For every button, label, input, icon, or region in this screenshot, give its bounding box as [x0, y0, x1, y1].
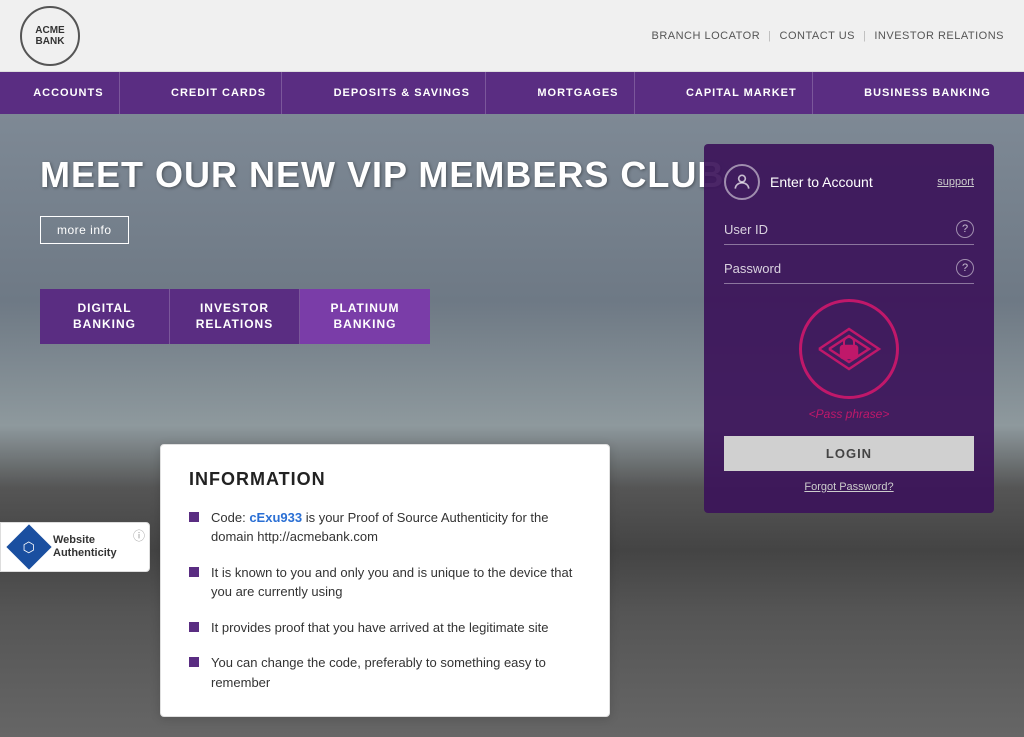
support-link[interactable]: support [937, 176, 974, 188]
info-list: Code: cExu933 is your Proof of Source Au… [189, 508, 581, 693]
top-links: BRANCH LOCATOR | CONTACT US | INVESTOR R… [651, 30, 1004, 42]
info-popup: INFORMATION Code: cExu933 is your Proof … [160, 444, 610, 718]
auth-info-icon[interactable]: ⓘ [133, 527, 145, 544]
user-icon [724, 164, 760, 200]
info-text-3: You can change the code, preferably to s… [211, 653, 581, 692]
tab-digital-banking[interactable]: DIGITALBANKING [40, 289, 170, 344]
nav-mortgages[interactable]: MORTGAGES [522, 72, 634, 114]
login-panel: Enter to Account support User ID ? Passw… [704, 144, 994, 513]
auth-diamond-icon: ⬡ [6, 524, 51, 569]
code-highlight: cExu933 [249, 510, 302, 525]
bullet-2 [189, 622, 199, 632]
hero-section: MEET OUR NEW VIP MEMBERS CLUB more info … [0, 114, 1024, 737]
authenticity-widget[interactable]: ⬡ WebsiteAuthenticity ⓘ [0, 522, 150, 572]
bullet-3 [189, 657, 199, 667]
userid-field: User ID ? [724, 220, 974, 245]
lock-circle [799, 299, 899, 399]
auth-shield-icon: ⬡ [23, 538, 35, 555]
nav-bar: ACCOUNTS CREDIT CARDS DEPOSITS & SAVINGS… [0, 72, 1024, 114]
info-popup-title: INFORMATION [189, 469, 581, 490]
contact-us-link[interactable]: CONTACT US [780, 30, 856, 42]
info-item-3: You can change the code, preferably to s… [189, 653, 581, 692]
info-text-2: It provides proof that you have arrived … [211, 618, 548, 638]
userid-help-icon[interactable]: ? [956, 220, 974, 238]
forgot-password-link[interactable]: Forgot Password? [724, 481, 974, 493]
userid-label: User ID [724, 222, 768, 237]
nav-capital-market[interactable]: CAPITAL MARKET [671, 72, 813, 114]
tab-investor-relations[interactable]: INVESTORRELATIONS [170, 289, 300, 344]
info-item-1: It is known to you and only you and is u… [189, 563, 581, 602]
separator-2: | [863, 30, 866, 42]
logo-line2: BANK [36, 36, 65, 47]
login-header-left: Enter to Account [724, 164, 873, 200]
logo[interactable]: ACME BANK [20, 6, 80, 66]
passphrase-area: <Pass phrase> [724, 299, 974, 421]
tab-platinum-banking[interactable]: PLATINUMBANKING [300, 289, 430, 344]
enter-account-label: Enter to Account [770, 174, 873, 190]
more-info-button[interactable]: more info [40, 216, 129, 244]
nav-accounts[interactable]: ACCOUNTS [18, 72, 119, 114]
login-header: Enter to Account support [724, 164, 974, 200]
password-help-icon[interactable]: ? [956, 259, 974, 277]
info-item-2: It provides proof that you have arrived … [189, 618, 581, 638]
bullet-1 [189, 567, 199, 577]
investor-relations-link[interactable]: INVESTOR RELATIONS [874, 30, 1004, 42]
login-button[interactable]: LOGIN [724, 436, 974, 471]
auth-label: WebsiteAuthenticity [53, 534, 117, 560]
password-field: Password ? [724, 259, 974, 284]
separator-1: | [768, 30, 771, 42]
nav-credit-cards[interactable]: CREDIT CARDS [156, 72, 282, 114]
nav-deposits[interactable]: DEPOSITS & SAVINGS [319, 72, 486, 114]
info-text-0: Code: cExu933 is your Proof of Source Au… [211, 508, 581, 547]
bullet-0 [189, 512, 199, 522]
branch-locator-link[interactable]: BRANCH LOCATOR [651, 30, 760, 42]
logo-line1: ACME [35, 25, 64, 36]
passphrase-text: <Pass phrase> [809, 407, 890, 421]
password-label: Password [724, 261, 781, 276]
nav-business-banking[interactable]: BUSINESS BANKING [849, 72, 1006, 114]
info-item-0: Code: cExu933 is your Proof of Source Au… [189, 508, 581, 547]
info-text-1: It is known to you and only you and is u… [211, 563, 581, 602]
top-bar: ACME BANK BRANCH LOCATOR | CONTACT US | … [0, 0, 1024, 72]
